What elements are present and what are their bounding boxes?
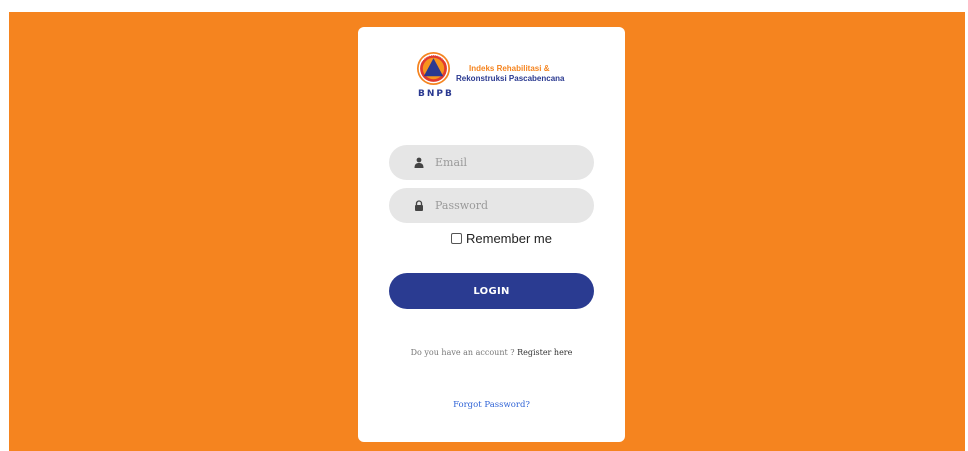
remember-me-label: Remember me xyxy=(466,230,552,246)
brand-tagline-line1: Indeks Rehabilitasi & xyxy=(469,64,550,73)
brand-logo: BNPB Indeks Rehabilitasi & Rekonstruksi … xyxy=(416,51,576,101)
lock-icon xyxy=(415,200,423,211)
remember-me-checkbox[interactable] xyxy=(451,232,462,244)
password-input[interactable] xyxy=(435,188,585,223)
login-card: BNPB Indeks Rehabilitasi & Rekonstruksi … xyxy=(358,27,625,442)
page-background: BNPB Indeks Rehabilitasi & Rekonstruksi … xyxy=(9,12,965,451)
forgot-password-link[interactable]: Forgot Password? xyxy=(358,400,625,410)
user-icon xyxy=(414,157,424,168)
bnpb-emblem-icon xyxy=(416,51,451,86)
register-link[interactable]: Register here xyxy=(517,348,572,357)
login-button[interactable]: LOGIN xyxy=(389,273,594,309)
email-input[interactable] xyxy=(435,145,585,180)
brand-tagline-line2: Rekonstruksi Pascabencana xyxy=(456,74,565,83)
remember-me[interactable]: Remember me xyxy=(451,230,552,246)
account-prompt: Do you have an account ? Register here xyxy=(358,348,625,357)
password-field-container xyxy=(389,188,594,223)
account-prompt-text: Do you have an account ? xyxy=(410,348,518,357)
email-field-container xyxy=(389,145,594,180)
brand-tagline: Indeks Rehabilitasi & Rekonstruksi Pasca… xyxy=(456,64,565,84)
brand-acronym: BNPB xyxy=(418,89,454,99)
